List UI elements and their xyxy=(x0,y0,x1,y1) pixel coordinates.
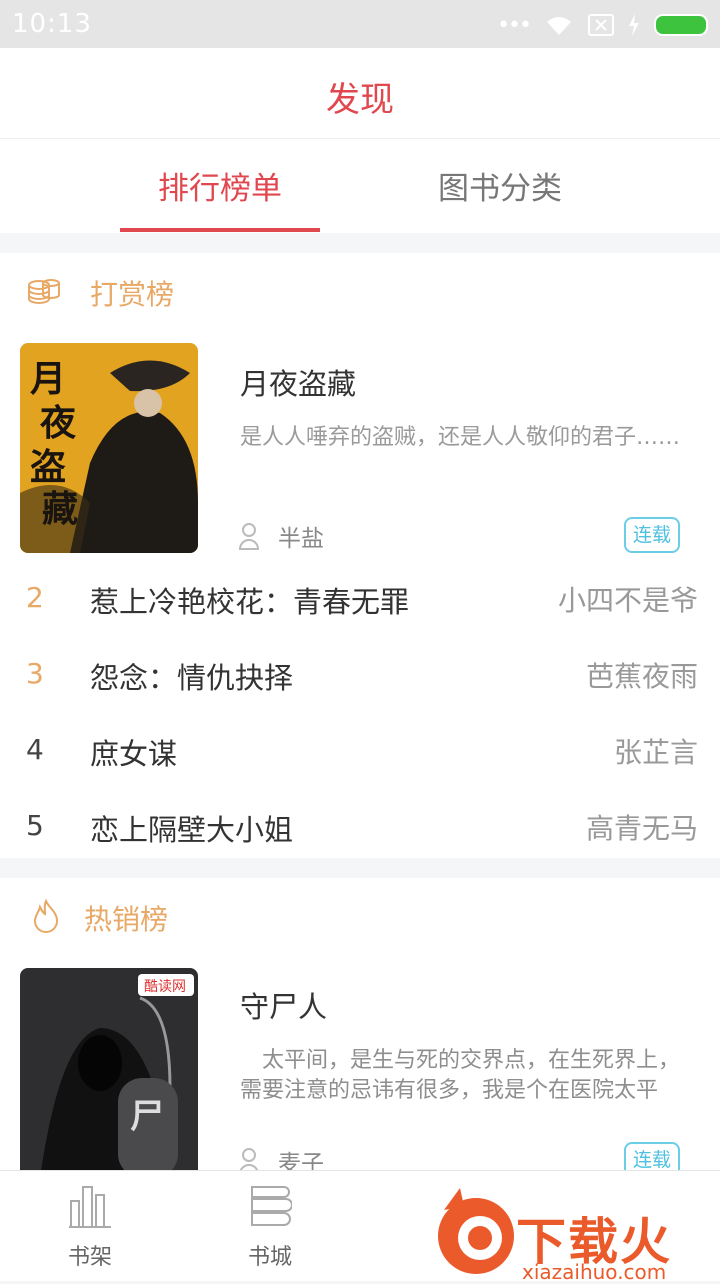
svg-text:藏: 藏 xyxy=(42,488,78,530)
book-description: 是人人唾弃的盗贼，还是人人敬仰的君子…… xyxy=(240,425,681,450)
coins-icon xyxy=(28,279,60,304)
rank-number: 4 xyxy=(26,733,44,766)
nav-label: 书城 xyxy=(247,1245,292,1270)
watermark-logo xyxy=(438,1188,514,1274)
page-title: 发现 xyxy=(326,80,394,120)
rank-author: 小四不是爷 xyxy=(557,584,698,617)
rank-row[interactable]: 3 怨念：情仇抉择 芭蕉夜雨 xyxy=(0,639,720,715)
status-time: 10:13 xyxy=(12,9,92,39)
tab-underline xyxy=(120,228,320,232)
rank-title: 庶女谋 xyxy=(90,737,178,771)
watermark: 下载火 xiazaihuo.com xyxy=(424,1180,720,1284)
svg-text:尸: 尸 xyxy=(130,1097,164,1137)
bestseller-ranking-section: 热销榜 尸 酷读网 守尸人 太平间，是生与死的交界点，在生死界上，需要注意的忌讳… xyxy=(0,878,720,1170)
book-description: 太平间，是生与死的交界点，在生死界上，需要注意的忌讳有很多，我是个在医院太平 xyxy=(240,1048,681,1103)
no-sim-icon xyxy=(588,14,614,36)
rank-author: 高青无马 xyxy=(585,812,698,845)
tab-bar: 排行榜单 图书分类 xyxy=(0,139,720,233)
status-badge: 连载 xyxy=(624,517,680,553)
section-title: 热销榜 xyxy=(84,903,169,936)
rank-author: 张芷言 xyxy=(613,736,698,769)
charging-icon xyxy=(629,14,639,36)
book-cover[interactable]: 尸 酷读网 xyxy=(20,968,198,1170)
rank-title: 惹上冷艳校花：青春无罪 xyxy=(90,585,410,619)
author-row: 半盐 xyxy=(238,519,324,553)
status-badge: 连载 xyxy=(624,1142,680,1170)
flame-icon xyxy=(33,898,59,933)
watermark-url: xiazaihuo.com xyxy=(522,1260,667,1284)
section-title: 打赏榜 xyxy=(90,278,175,311)
bookstore-icon xyxy=(251,1186,292,1226)
user-icon xyxy=(239,1148,259,1170)
rank-row[interactable]: 4 庶女谋 张芷言 xyxy=(0,715,720,791)
rank-title: 恋上隔壁大小姐 xyxy=(90,813,294,847)
user-icon xyxy=(238,523,260,550)
author-name: 麦子 xyxy=(278,1151,324,1170)
rank-row[interactable]: 5 恋上隔壁大小姐 高青无马 xyxy=(0,791,720,867)
author-row: 麦子 xyxy=(238,1144,324,1170)
svg-text:夜: 夜 xyxy=(39,402,77,444)
tab-categories[interactable]: 图书分类 xyxy=(400,163,600,208)
nav-label: 书架 xyxy=(67,1245,112,1270)
book-cover[interactable]: 月 夜 盗 藏 xyxy=(20,343,198,553)
rank-row[interactable]: 2 惹上冷艳校花：青春无罪 小四不是爷 xyxy=(0,563,720,639)
svg-text:月: 月 xyxy=(30,358,66,400)
book-title[interactable]: 守尸人 xyxy=(240,984,327,1026)
rank-number: 5 xyxy=(26,809,44,842)
header: 发现 xyxy=(0,48,720,139)
bookshelf-icon xyxy=(69,1186,111,1228)
svg-text:盗: 盗 xyxy=(30,446,66,488)
rank-number: 3 xyxy=(26,657,44,690)
status-bar: 10:13 ••• xyxy=(0,0,720,48)
status-icons: ••• xyxy=(497,12,708,38)
rank-number: 2 xyxy=(26,581,44,614)
nav-bookshelf[interactable]: 书架 xyxy=(0,1171,180,1281)
svg-text:酷读网: 酷读网 xyxy=(144,978,186,995)
tab-rankings[interactable]: 排行榜单 xyxy=(120,163,320,208)
nav-bookstore[interactable]: 书城 xyxy=(180,1171,360,1281)
wifi-icon xyxy=(547,17,571,35)
reward-ranking-section: 打赏榜 月 夜 盗 藏 月夜盗藏 是人人唾弃的盗贼，还是人人敬仰的君子…… 半盐 xyxy=(0,253,720,858)
battery-icon xyxy=(654,14,708,36)
book-title[interactable]: 月夜盗藏 xyxy=(240,361,356,403)
rank-author: 芭蕉夜雨 xyxy=(585,660,698,693)
rank-title: 怨念：情仇抉择 xyxy=(90,661,294,695)
more-dots-icon: ••• xyxy=(497,12,532,38)
author-name: 半盐 xyxy=(278,526,324,552)
